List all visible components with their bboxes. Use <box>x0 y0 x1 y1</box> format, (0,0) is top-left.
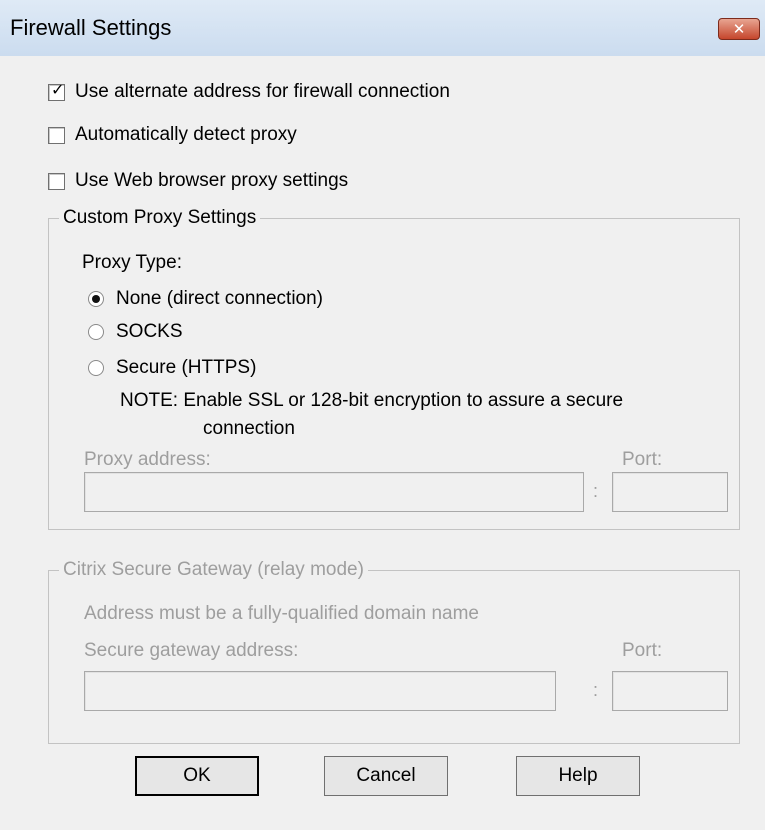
gateway-port-label: Port: <box>622 640 663 661</box>
radio-none-label: None (direct connection) <box>116 288 323 309</box>
radio-https[interactable] <box>88 360 104 376</box>
proxy-address-label: Proxy address: <box>84 449 211 470</box>
radio-https-label: Secure (HTTPS) <box>116 357 257 378</box>
help-button[interactable]: Help <box>516 756 640 796</box>
window-title: Firewall Settings <box>10 15 172 40</box>
auto-detect-label: Automatically detect proxy <box>75 124 297 145</box>
gateway-address-input[interactable] <box>84 671 556 711</box>
address-port-separator: : <box>593 481 599 501</box>
auto-detect-checkbox[interactable] <box>48 126 65 144</box>
browser-proxy-option[interactable]: Use Web browser proxy settings <box>48 170 348 192</box>
gateway-hint: Address must be a fully-qualified domain… <box>84 603 479 624</box>
proxy-address-input[interactable] <box>84 472 584 512</box>
radio-socks[interactable] <box>88 324 104 340</box>
gateway-port-separator: : <box>593 680 599 700</box>
radio-socks-label: SOCKS <box>116 321 183 342</box>
gateway-address-label: Secure gateway address: <box>84 640 299 661</box>
proxy-port-input[interactable] <box>612 472 728 512</box>
gateway-legend: Citrix Secure Gateway (relay mode) <box>63 559 364 580</box>
radio-https-option[interactable]: Secure (HTTPS) <box>88 357 256 379</box>
alt-address-option[interactable]: ✓ Use alternate address for firewall con… <box>48 81 450 103</box>
proxy-type-label: Proxy Type: <box>82 252 182 273</box>
radio-none[interactable] <box>88 291 104 307</box>
cancel-button[interactable]: Cancel <box>324 756 448 796</box>
radio-none-option[interactable]: None (direct connection) <box>88 288 323 310</box>
note-line-2: connection <box>203 418 295 439</box>
auto-detect-option[interactable]: Automatically detect proxy <box>48 124 297 146</box>
close-button[interactable]: ✕ <box>718 18 760 40</box>
radio-socks-option[interactable]: SOCKS <box>88 321 183 343</box>
ok-button[interactable]: OK <box>135 756 259 796</box>
custom-proxy-legend: Custom Proxy Settings <box>63 207 257 228</box>
note-line-1: NOTE: Enable SSL or 128-bit encryption t… <box>120 390 624 411</box>
browser-proxy-checkbox[interactable] <box>48 172 65 190</box>
radio-selected-dot <box>92 295 100 303</box>
gateway-port-input[interactable] <box>612 671 728 711</box>
browser-proxy-label: Use Web browser proxy settings <box>75 170 349 191</box>
proxy-port-label: Port: <box>622 449 663 470</box>
title-bar: Firewall Settings ✕ <box>0 0 765 56</box>
close-icon: ✕ <box>732 21 746 38</box>
dialog-body: ✓ Use alternate address for firewall con… <box>0 56 765 830</box>
alt-address-checkbox[interactable]: ✓ <box>48 81 65 101</box>
alt-address-label: Use alternate address for firewall conne… <box>75 81 450 102</box>
checkmark-icon: ✓ <box>51 81 65 99</box>
